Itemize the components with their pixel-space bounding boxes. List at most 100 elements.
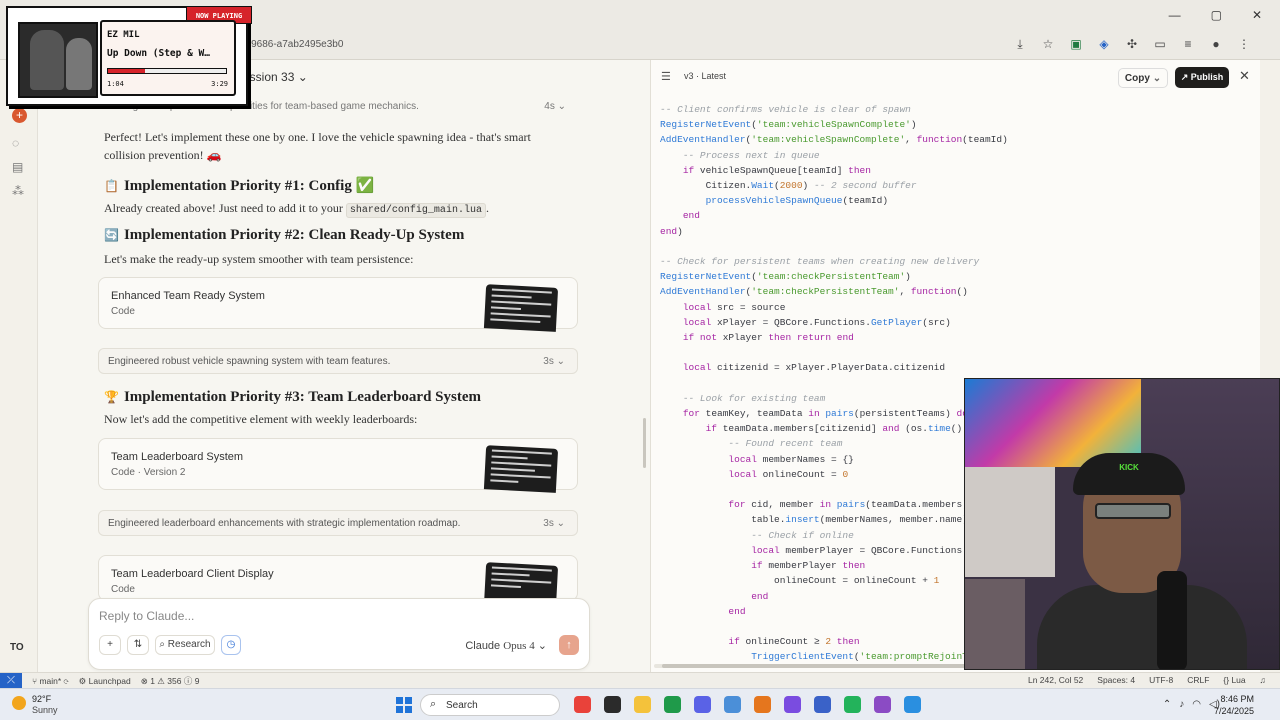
- taskbar-app-icon[interactable]: [724, 696, 741, 713]
- minimize-button[interactable]: —: [1169, 8, 1181, 22]
- track-card: EZ MIL Up Down (Step & W… 1:04 3:29: [100, 20, 236, 96]
- priority1-heading: 📋 Implementation Priority #1: Config ✅: [104, 178, 375, 194]
- add-attachment-button[interactable]: +: [99, 635, 121, 655]
- send-button[interactable]: ↑: [559, 635, 579, 655]
- taskbar-app-icon[interactable]: [634, 696, 651, 713]
- intro-paragraph: Perfect! Let's implement these one by on…: [104, 130, 531, 162]
- new-chat-icon[interactable]: +: [12, 108, 27, 123]
- taskbar-apps: [574, 696, 921, 713]
- inline-code-path: shared/config_main.lua: [345, 203, 486, 218]
- tools-button[interactable]: ⇅: [127, 635, 149, 655]
- window-controls: — ▢ ✕: [1169, 8, 1262, 22]
- chat-title[interactable]: ession 33 ⌄: [243, 70, 308, 84]
- track-progress-bar: [107, 68, 227, 74]
- publish-button[interactable]: ↗ Publish: [1175, 67, 1229, 88]
- priority2-heading: 🔄 Implementation Priority #2: Clean Ready…: [104, 227, 465, 243]
- taskbar-search[interactable]: ⌕ Search: [420, 694, 560, 716]
- extension-shield-icon[interactable]: ◈: [1096, 37, 1112, 52]
- taskbar-app-icon[interactable]: [814, 696, 831, 713]
- language-status[interactable]: {} Lua: [1223, 675, 1245, 685]
- maximize-button[interactable]: ▢: [1211, 8, 1222, 22]
- glasses: [1095, 503, 1171, 519]
- code-view[interactable]: -- Client confirms vehicle is clear of s…: [660, 102, 1008, 665]
- thinking-summary-3[interactable]: Engineered leaderboard enhancements with…: [98, 510, 578, 536]
- chats-icon[interactable]: ◌: [12, 136, 19, 150]
- install-icon[interactable]: ⤓: [1012, 37, 1028, 52]
- research-button[interactable]: ⌕ Research: [155, 635, 215, 655]
- track-title: Up Down (Step & W…: [107, 48, 210, 59]
- artifact-card-leaderboard[interactable]: Team Leaderboard System Code · Version 2: [98, 438, 578, 493]
- close-window-button[interactable]: ✕: [1252, 8, 1262, 22]
- taskbar-clock[interactable]: 8:46 PM 7/24/2025: [1214, 693, 1254, 717]
- status-bar: ⤫ ⑂ main* ⟳ ⚙ Launchpad ⊗ 1 ⚠ 356 ⓘ 9 Ln…: [0, 672, 1280, 689]
- remote-icon[interactable]: ⤫: [0, 673, 22, 689]
- taskbar: 92°F Sunny ⌕ Search ⌃ ♪ ◠ ◁) 8:46 PM 7/2…: [0, 688, 1280, 720]
- system-tray: ⌃ ♪ ◠ ◁): [1163, 699, 1220, 710]
- microphone-icon[interactable]: ♪: [1179, 699, 1184, 710]
- cursor-position[interactable]: Ln 242, Col 52: [1028, 675, 1083, 685]
- sun-icon: [12, 696, 26, 710]
- reading-list-icon[interactable]: ≡: [1180, 37, 1196, 52]
- track-total-time: 3:29: [211, 80, 228, 88]
- branch-status[interactable]: ⑂ main* ⟳: [32, 676, 69, 686]
- user-avatar[interactable]: TO: [10, 642, 30, 656]
- taskbar-app-icon[interactable]: [664, 696, 681, 713]
- bell-icon[interactable]: ♫: [1260, 675, 1266, 685]
- taskbar-app-icon[interactable]: [874, 696, 891, 713]
- reply-composer[interactable]: Reply to Claude... + ⇅ ⌕ Research ◷ Clau…: [88, 598, 590, 670]
- streamer-body: [1037, 585, 1247, 669]
- history-icon[interactable]: ◷: [221, 635, 241, 655]
- chevron-down-icon[interactable]: ⌄: [298, 70, 308, 84]
- projects-icon[interactable]: ▤: [12, 160, 23, 174]
- left-rail: + ◌ ▤ ⁂ TO: [0, 60, 38, 672]
- code-thumbnail: [483, 284, 559, 332]
- priority2-text: Let's make the ready-up system smoother …: [104, 252, 414, 266]
- eol-status[interactable]: CRLF: [1187, 675, 1209, 685]
- extension-excel-icon[interactable]: ▣: [1068, 37, 1084, 52]
- split-view-icon[interactable]: ▭: [1152, 37, 1168, 52]
- close-panel-icon[interactable]: ✕: [1239, 68, 1250, 84]
- windows-start-icon[interactable]: [396, 697, 412, 713]
- code-thumbnail: [483, 445, 559, 493]
- webcam-feed: KICK: [964, 378, 1280, 670]
- chat-scrollbar[interactable]: [643, 418, 646, 468]
- reply-input[interactable]: Reply to Claude...: [99, 609, 194, 623]
- album-art: [18, 22, 98, 98]
- list-icon[interactable]: ☰: [661, 70, 671, 83]
- artifacts-icon[interactable]: ⁂: [12, 184, 24, 198]
- bookmark-star-icon[interactable]: ☆: [1040, 37, 1056, 52]
- url-text[interactable]: f-9686-a7ab2495e3b0: [245, 39, 343, 50]
- taskbar-app-icon[interactable]: [604, 696, 621, 713]
- tray-chevron-icon[interactable]: ⌃: [1163, 699, 1171, 710]
- chat-panel: ession 33 ⌄ Strategized implementation p…: [38, 60, 650, 672]
- track-artist: EZ MIL: [107, 30, 140, 40]
- taskbar-app-icon[interactable]: [754, 696, 771, 713]
- problems-status[interactable]: ⊗ 1 ⚠ 356 ⓘ 9: [141, 675, 200, 687]
- search-icon: ⌕: [430, 698, 437, 710]
- taskbar-app-icon[interactable]: [784, 696, 801, 713]
- browser-toolbar: ⤓ ☆ ▣ ◈ ✣ ▭ ≡ ● ⋮: [1012, 37, 1252, 52]
- cap-logo: KICK: [1073, 453, 1185, 495]
- printer: [965, 467, 1055, 577]
- launchpad-status[interactable]: ⚙ Launchpad: [79, 676, 131, 687]
- artifact-card-client-display[interactable]: Team Leaderboard Client Display Code: [98, 555, 578, 610]
- browser-menu-icon[interactable]: ⋮: [1236, 37, 1252, 52]
- profile-avatar-icon[interactable]: ●: [1208, 37, 1224, 52]
- thinking-summary-2[interactable]: Engineered robust vehicle spawning syste…: [98, 348, 578, 374]
- wifi-icon[interactable]: ◠: [1192, 699, 1201, 710]
- track-current-time: 1:04: [107, 80, 124, 88]
- search-icon: ⌕: [159, 639, 165, 650]
- model-selector[interactable]: Claude Opus 4 ⌄: [465, 639, 547, 652]
- taskbar-app-icon[interactable]: [694, 696, 711, 713]
- encoding-status[interactable]: UTF-8: [1149, 675, 1173, 685]
- code-panel-header: ☰ v3 · Latest Copy ⌄ ↗ Publish ✕: [651, 60, 1261, 94]
- taskbar-app-icon[interactable]: [574, 696, 591, 713]
- extensions-puzzle-icon[interactable]: ✣: [1124, 37, 1140, 52]
- taskbar-app-icon[interactable]: [844, 696, 861, 713]
- indent-status[interactable]: Spaces: 4: [1097, 675, 1135, 685]
- check-icon: ✅: [355, 178, 375, 194]
- version-label[interactable]: v3 · Latest: [684, 71, 726, 81]
- copy-button[interactable]: Copy ⌄: [1118, 68, 1168, 88]
- taskbar-app-icon[interactable]: [904, 696, 921, 713]
- artifact-card-ready-system[interactable]: Enhanced Team Ready System Code: [98, 277, 578, 332]
